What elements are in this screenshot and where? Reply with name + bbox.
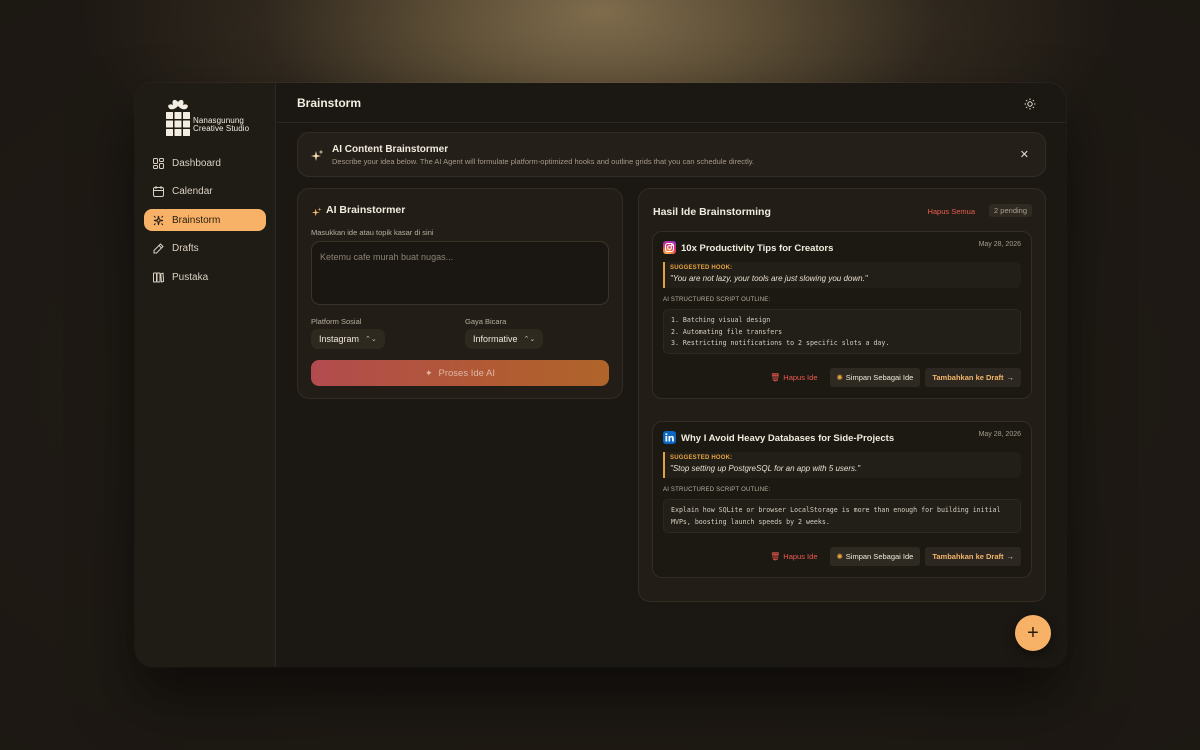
add-button[interactable]: + <box>1015 615 1051 651</box>
save-idea-button[interactable]: ✺ Simpan Sebagai Ide <box>829 547 921 566</box>
idea-title: Why I Avoid Heavy Databases for Side-Pro… <box>681 433 895 444</box>
brand-name: Nanasgunung Creative Studio <box>193 117 249 133</box>
outline-line: Explain how SQLite or browser LocalStora… <box>671 506 1001 514</box>
idea-card: 10x Productivity Tips for Creators May 2… <box>652 231 1032 399</box>
app-window: Nanasgunung Creative Studio Dashboard Ca… <box>135 83 1066 667</box>
sparkles-icon <box>310 149 324 168</box>
results-panel: Hasil Ide Brainstorming Hapus Semua 2 pe… <box>638 188 1046 602</box>
trash-icon: 🗑 <box>770 552 781 561</box>
add-to-draft-label: Tambahkan ke Draft <box>932 552 1004 561</box>
chevron-updown-icon: ⌃⌄ <box>523 336 536 343</box>
pineapple-grid-icon <box>166 99 190 136</box>
add-to-draft-button[interactable]: Tambahkan ke Draft → <box>925 547 1021 566</box>
brand-logo: Nanasgunung Creative Studio <box>165 99 255 137</box>
hook-text: "You are not lazy, your tools are just s… <box>670 274 868 283</box>
idea-date: May 28, 2026 <box>978 241 1021 248</box>
idea-card: Why I Avoid Heavy Databases for Side-Pro… <box>652 421 1032 578</box>
sidebar-nav: Dashboard Calendar Brainstorm Drafts Pus… <box>144 152 266 295</box>
sidebar: Nanasgunung Creative Studio Dashboard Ca… <box>135 83 276 667</box>
clear-all-button[interactable]: Hapus Semua <box>927 207 975 216</box>
idea-input[interactable]: Ketemu cafe murah buat nugas... <box>311 241 609 305</box>
platform-value: Instagram <box>319 334 360 344</box>
info-banner: AI Content Brainstormer Describe your id… <box>297 132 1046 177</box>
instagram-icon <box>663 241 676 254</box>
page-title: Brainstorm <box>297 95 362 110</box>
idea-title: 10x Productivity Tips for Creators <box>681 243 834 254</box>
add-to-draft-button[interactable]: Tambahkan ke Draft → <box>925 368 1021 387</box>
form-title: AI Brainstormer <box>326 204 406 216</box>
pending-badge: 2 pending <box>989 204 1032 217</box>
suggested-hook: SUGGESTED HOOK: "Stop setting up Postgre… <box>663 452 1021 478</box>
script-outline: 1. Batching visual design 2. Automating … <box>663 309 1021 354</box>
sidebar-item-label: Calendar <box>172 186 213 197</box>
chevron-updown-icon: ⌃⌄ <box>365 336 377 343</box>
outline-line: 2. Automating file transfers <box>671 327 783 336</box>
sun-icon[interactable] <box>1024 97 1036 110</box>
sparkles-icon: ✦ <box>424 367 433 378</box>
sidebar-item-label: Brainstorm <box>172 214 221 226</box>
sidebar-item-calendar[interactable]: Calendar <box>144 181 266 203</box>
idea-actions: 🗑 Hapus Ide ✺ Simpan Sebagai Ide Tambahk… <box>770 547 1021 566</box>
brainstormer-form: AI Brainstormer Masukkan ide atau topik … <box>297 188 623 399</box>
brand-line2: Creative Studio <box>193 124 250 133</box>
idea-input-label: Masukkan ide atau topik kasar di sini <box>311 228 434 237</box>
idea-actions: 🗑 Hapus Ide ✺ Simpan Sebagai Ide Tambahk… <box>770 368 1021 387</box>
library-icon <box>153 272 164 283</box>
outline-line: 1. Batching visual design <box>671 316 771 324</box>
banner-description: Describe your idea below. The AI Agent w… <box>332 157 755 166</box>
delete-idea-button[interactable]: 🗑 Hapus Ide <box>770 552 817 561</box>
results-title: Hasil Ide Brainstorming <box>653 206 771 218</box>
sidebar-item-brainstorm[interactable]: Brainstorm <box>144 209 266 231</box>
sparkle-icon <box>153 215 164 226</box>
lightbulb-icon: ✺ <box>836 552 843 561</box>
sidebar-item-drafts[interactable]: Drafts <box>144 238 266 260</box>
style-label: Gaya Bicara <box>465 317 507 326</box>
arrow-right-icon: → <box>1006 552 1015 561</box>
main-content: Brainstorm AI Content Brainstormer Descr… <box>277 83 1066 667</box>
sparkles-icon <box>311 205 322 223</box>
outline-line: MVPs, boosting launch speeds by 2 weeks. <box>671 517 830 526</box>
outline-line: 3. Restricting notifications to 2 specif… <box>671 339 890 347</box>
save-idea-label: Simpan Sebagai Ide <box>845 373 914 382</box>
dashboard-icon <box>153 157 164 169</box>
platform-select[interactable]: Instagram ⌃⌄ <box>311 329 385 349</box>
arrow-right-icon: → <box>1006 373 1015 382</box>
banner-title: AI Content Brainstormer <box>332 144 449 155</box>
pencil-icon <box>153 243 164 254</box>
suggested-hook: SUGGESTED HOOK: "You are not lazy, your … <box>663 262 1021 288</box>
save-idea-label: Simpan Sebagai Ide <box>845 552 914 561</box>
page-header: Brainstorm <box>277 83 1066 123</box>
platform-label: Platform Sosial <box>311 317 362 326</box>
process-idea-button[interactable]: ✦ Proses Ide AI <box>311 360 609 386</box>
trash-icon: 🗑 <box>770 373 781 382</box>
sidebar-item-dashboard[interactable]: Dashboard <box>144 152 266 174</box>
sidebar-item-pustaka[interactable]: Pustaka <box>144 266 266 288</box>
outline-label: AI STRUCTURED SCRIPT OUTLINE: <box>663 487 771 493</box>
script-outline: Explain how SQLite or browser LocalStora… <box>663 499 1021 533</box>
sidebar-item-label: Drafts <box>172 243 199 254</box>
delete-idea-label: Hapus Ide <box>783 552 818 561</box>
hook-text: "Stop setting up PostgreSQL for an app w… <box>670 464 861 473</box>
idea-date: May 28, 2026 <box>978 431 1021 438</box>
delete-idea-button[interactable]: 🗑 Hapus Ide <box>770 373 817 382</box>
sidebar-item-label: Dashboard <box>172 157 221 169</box>
hook-label: SUGGESTED HOOK: <box>670 265 733 271</box>
calendar-icon <box>153 186 164 197</box>
process-idea-label: Proses Ide AI <box>438 367 496 379</box>
outline-label: AI STRUCTURED SCRIPT OUTLINE: <box>663 297 771 303</box>
lightbulb-icon: ✺ <box>836 373 843 382</box>
sidebar-item-label: Pustaka <box>172 271 209 283</box>
save-idea-button[interactable]: ✺ Simpan Sebagai Ide <box>829 368 921 387</box>
style-select[interactable]: Informative ⌃⌄ <box>465 329 544 349</box>
style-value: Informative <box>473 334 518 344</box>
delete-idea-label: Hapus Ide <box>783 373 818 382</box>
hook-label: SUGGESTED HOOK: <box>670 455 733 461</box>
close-icon[interactable]: ✕ <box>1020 148 1029 161</box>
linkedin-icon <box>663 431 676 444</box>
add-to-draft-label: Tambahkan ke Draft <box>932 373 1004 382</box>
